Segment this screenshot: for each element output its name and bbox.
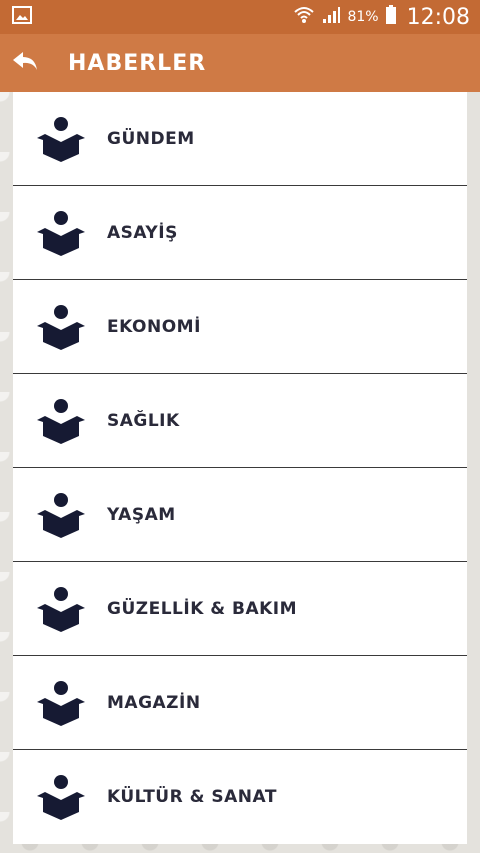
category-item-asayis[interactable]: ASAYİŞ [13, 186, 467, 280]
reader-icon [37, 492, 85, 538]
reader-icon [37, 304, 85, 350]
category-label: MAGAZİN [107, 692, 201, 713]
category-label: EKONOMİ [107, 316, 201, 337]
reader-icon [37, 210, 85, 256]
back-arrow-icon [11, 50, 39, 76]
category-item-gundem[interactable]: GÜNDEM [13, 92, 467, 186]
category-label: SAĞLIK [107, 410, 180, 431]
category-item-magazin[interactable]: MAGAZİN [13, 656, 467, 750]
clock: 12:08 [406, 4, 470, 30]
reader-icon [37, 680, 85, 726]
category-label: GÜZELLİK & BAKIM [107, 598, 298, 619]
category-item-yasam[interactable]: YAŞAM [13, 468, 467, 562]
reader-icon [37, 398, 85, 444]
category-item-ekonomi[interactable]: EKONOMİ [13, 280, 467, 374]
app-bar: HABERLER [0, 34, 480, 92]
page-title: HABERLER [68, 50, 207, 76]
back-button[interactable] [0, 34, 50, 92]
gallery-notification-icon [12, 6, 32, 28]
battery-percent: 81% [347, 9, 379, 25]
category-label: YAŞAM [107, 504, 176, 525]
category-item-saglik[interactable]: SAĞLIK [13, 374, 467, 468]
reader-icon [37, 586, 85, 632]
category-list: GÜNDEM ASAYİŞ EKONOMİ SAĞLIK YAŞAM GÜZEL… [13, 92, 467, 844]
category-label: KÜLTÜR & SANAT [107, 787, 277, 807]
wifi-icon [293, 5, 315, 29]
category-item-guzellik-bakim[interactable]: GÜZELLİK & BAKIM [13, 562, 467, 656]
battery-icon [385, 5, 397, 29]
category-item-kultur-sanat[interactable]: KÜLTÜR & SANAT [13, 750, 467, 844]
category-label: ASAYİŞ [107, 222, 178, 243]
status-bar: 81% 12:08 [0, 0, 480, 34]
reader-icon [37, 116, 85, 162]
reader-icon [37, 775, 85, 820]
category-label: GÜNDEM [107, 128, 195, 149]
signal-icon [321, 6, 341, 28]
